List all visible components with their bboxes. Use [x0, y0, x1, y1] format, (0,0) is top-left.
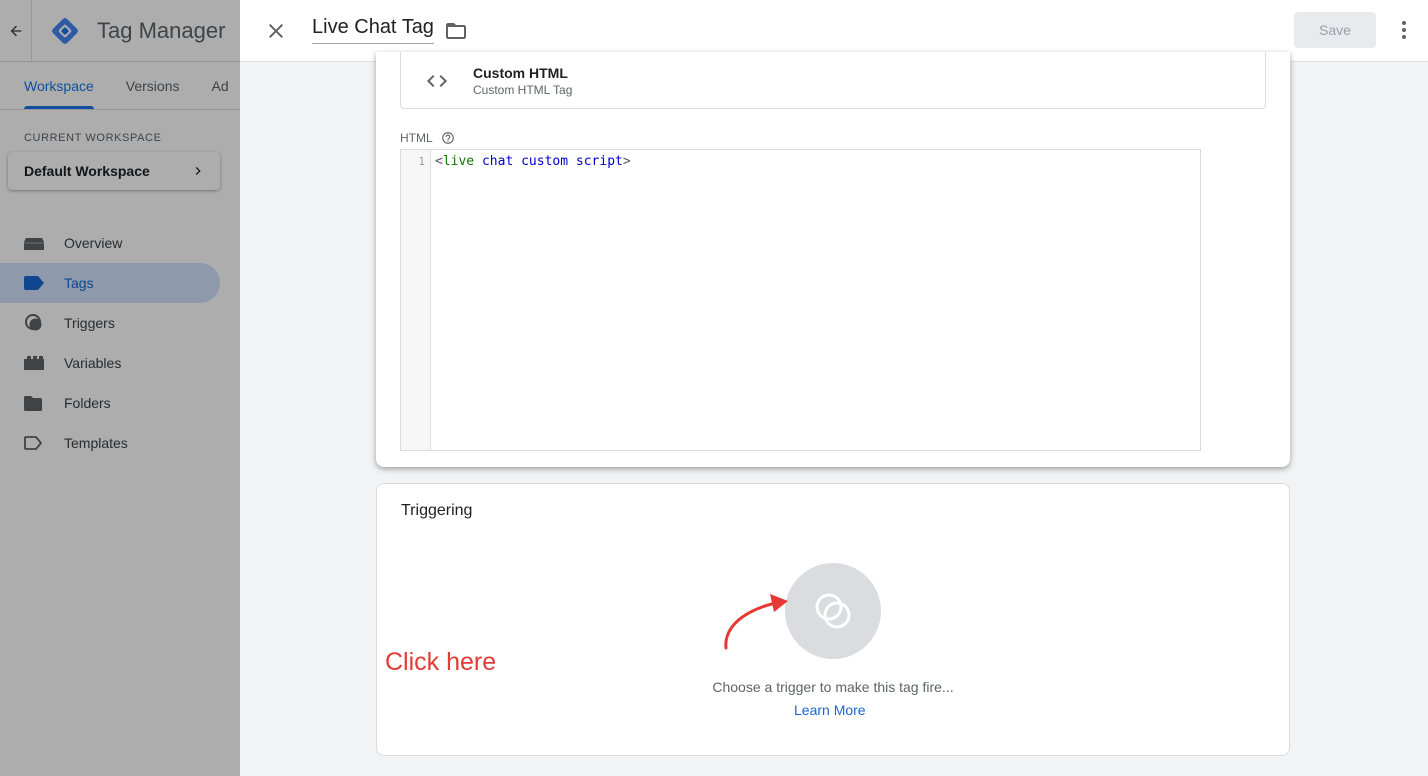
code-tag-name: live	[442, 154, 475, 169]
learn-more-link[interactable]: Learn More	[794, 702, 866, 718]
code-line: <live chat custom script>	[435, 154, 631, 169]
triggering-title: Triggering	[401, 502, 473, 519]
triggering-card: Triggering Choose a trigger to make this…	[376, 483, 1290, 756]
tag-type-name: Custom HTML	[473, 65, 568, 81]
code-bracket-open: <	[435, 154, 443, 169]
html-field-label: HTML	[400, 131, 455, 145]
help-icon[interactable]	[441, 131, 455, 145]
code-bracket-close: >	[622, 154, 631, 169]
more-options-button[interactable]	[1392, 18, 1416, 42]
modal-scrim[interactable]	[0, 0, 240, 776]
html-code-editor[interactable]: 1 <live chat custom script>	[400, 149, 1201, 451]
folder-outline-icon	[446, 23, 466, 39]
close-button[interactable]	[264, 19, 288, 43]
tag-type-selector[interactable]: Custom HTML Custom HTML Tag	[400, 52, 1266, 109]
more-vert-icon	[1402, 21, 1406, 39]
trigger-hint-text: Choose a trigger to make this tag fire..…	[712, 679, 954, 695]
close-icon	[269, 24, 283, 38]
line-number-gutter: 1	[401, 150, 431, 450]
line-number: 1	[418, 155, 425, 168]
html-label-text: HTML	[400, 131, 433, 145]
code-attributes: chat custom script	[474, 154, 623, 169]
trigger-icon	[815, 593, 851, 629]
annotation-arrow-icon	[724, 594, 788, 650]
click-here-annotation: Click here	[385, 648, 497, 676]
tag-configuration-card: Custom HTML Custom HTML Tag HTML 1 <live…	[376, 52, 1290, 467]
tag-name-field[interactable]: Live Chat Tag	[312, 16, 434, 44]
save-button[interactable]: Save	[1294, 12, 1376, 48]
tag-type-description: Custom HTML Tag	[473, 83, 573, 97]
code-icon	[425, 69, 449, 93]
folder-button[interactable]	[444, 19, 468, 43]
